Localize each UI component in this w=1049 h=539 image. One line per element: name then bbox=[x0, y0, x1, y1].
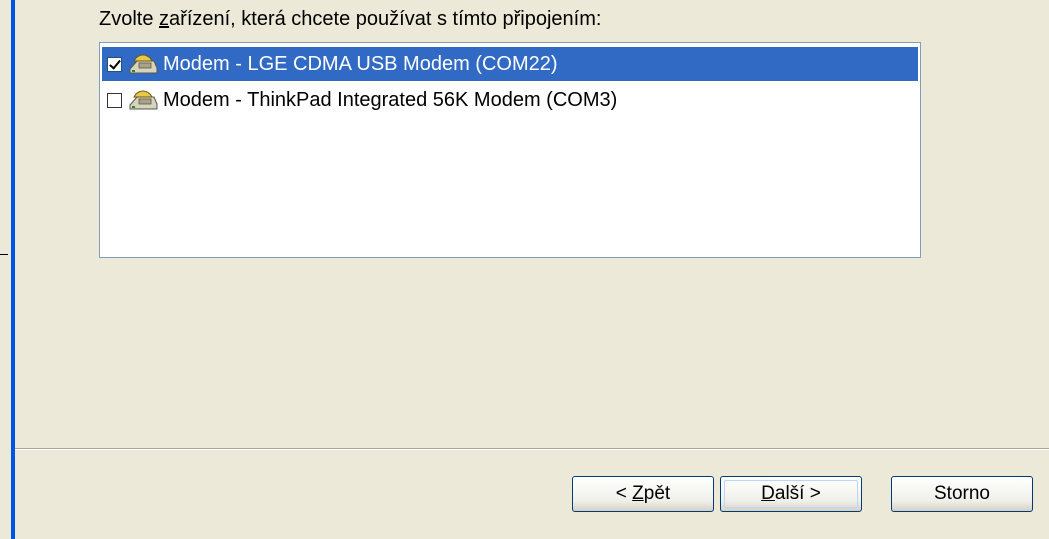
instruction-label: Zvolte zařízení, která chcete používat s… bbox=[99, 8, 602, 30]
window-frame-edge bbox=[0, 0, 15, 539]
checkbox-device-1[interactable] bbox=[107, 56, 122, 72]
divider-tick bbox=[0, 254, 8, 255]
list-item-label: Modem - ThinkPad Integrated 56K Modem (C… bbox=[163, 88, 618, 111]
next-button[interactable]: Další > bbox=[720, 476, 862, 512]
list-item-label: Modem - LGE CDMA USB Modem (COM22) bbox=[163, 52, 558, 75]
list-item-device-2[interactable]: Modem - ThinkPad Integrated 56K Modem (C… bbox=[102, 83, 918, 117]
list-item-device-1[interactable]: Modem - LGE CDMA USB Modem (COM22) bbox=[102, 47, 918, 81]
cancel-button[interactable]: Storno bbox=[891, 476, 1033, 512]
back-button[interactable]: < Zpět bbox=[572, 476, 714, 512]
checkmark-icon bbox=[109, 56, 121, 70]
device-listbox[interactable]: Modem - LGE CDMA USB Modem (COM22) Modem… bbox=[99, 42, 921, 258]
dialog-body: Zvolte zařízení, která chcete používat s… bbox=[15, 0, 1049, 539]
modem-icon bbox=[129, 54, 158, 74]
footer-separator bbox=[15, 448, 1049, 450]
checkbox-device-2[interactable] bbox=[107, 92, 122, 108]
modem-icon bbox=[129, 90, 158, 110]
